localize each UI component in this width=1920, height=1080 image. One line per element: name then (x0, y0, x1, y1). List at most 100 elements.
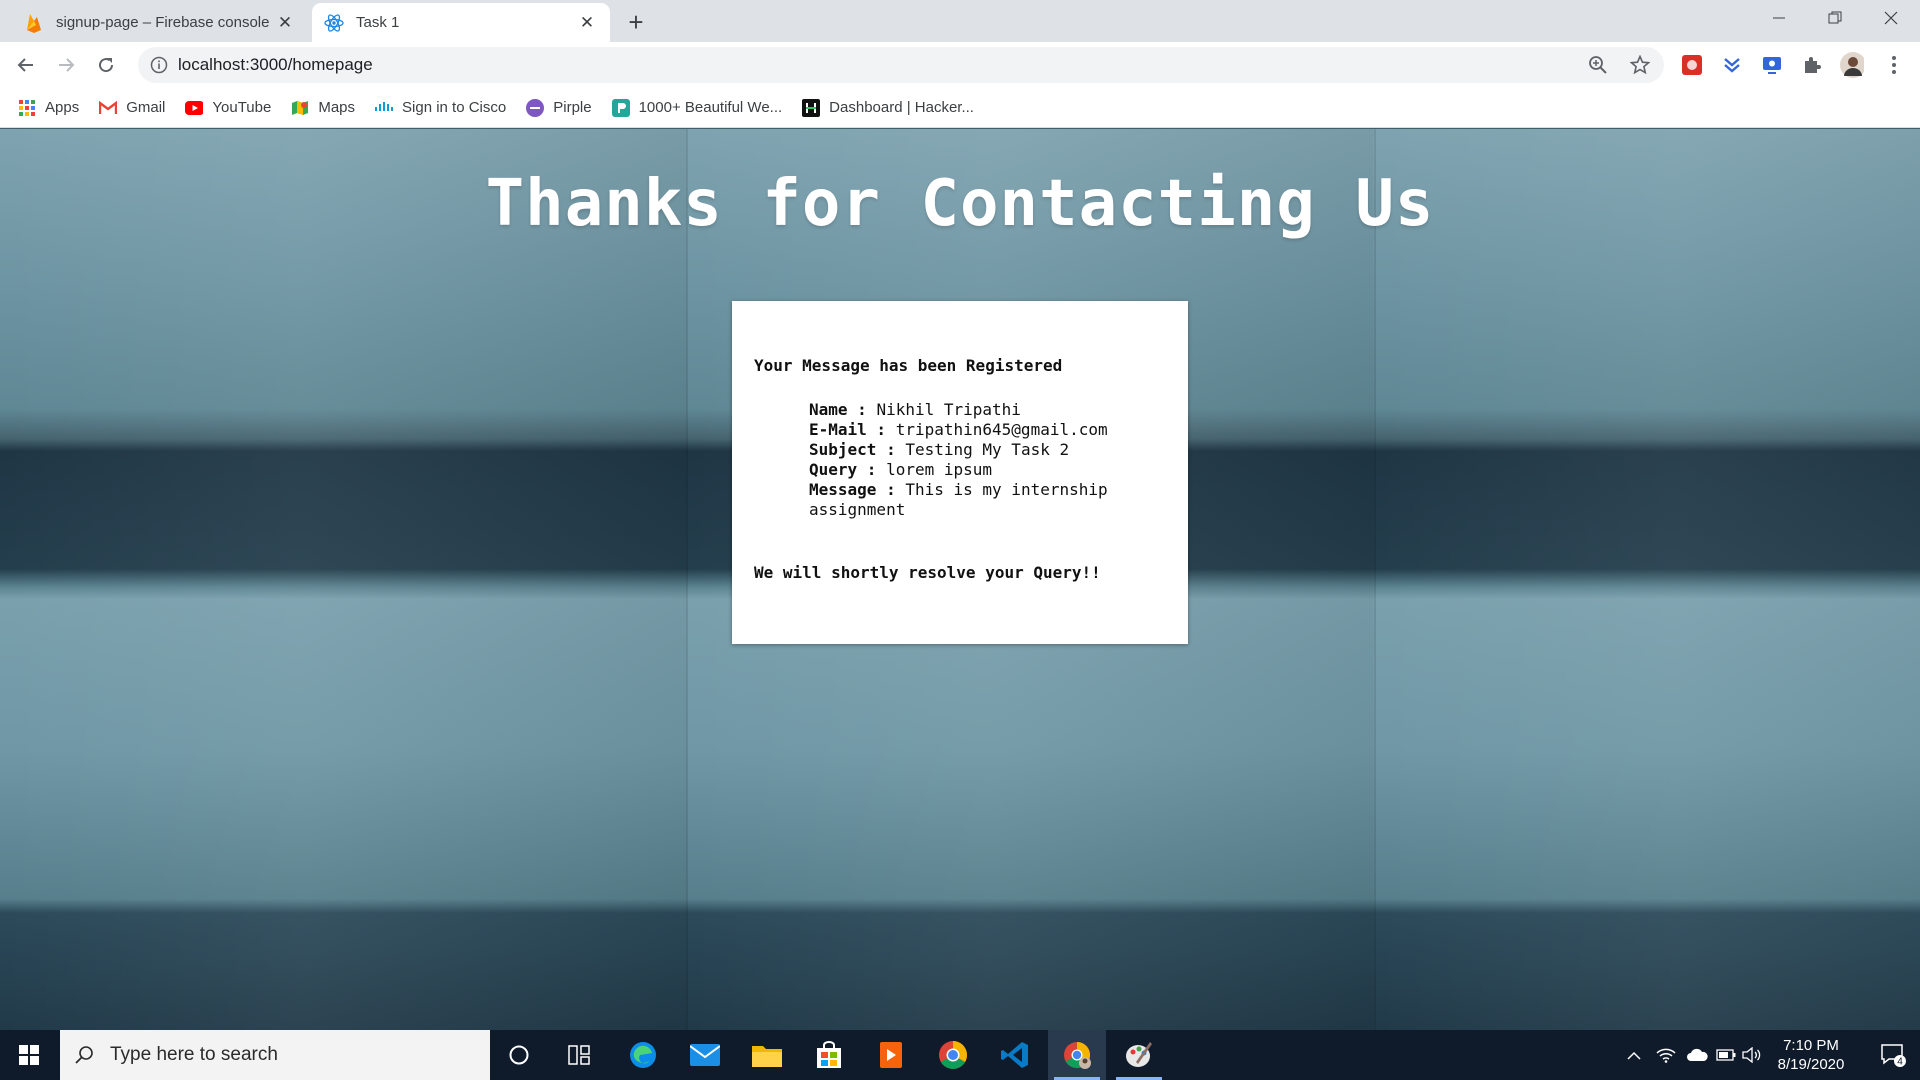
tab-task-1[interactable]: Task 1 ✕ (312, 3, 610, 42)
bookmark-gmail[interactable]: Gmail (99, 94, 165, 122)
windows-start-button[interactable] (0, 1030, 58, 1080)
bookmark-label: Maps (318, 99, 356, 116)
task-view-icon (568, 1045, 590, 1065)
more-menu-icon[interactable] (1882, 53, 1906, 77)
confirmation-card: Your Message has been Registered Name : … (732, 301, 1188, 644)
taskbar-store[interactable] (800, 1030, 858, 1080)
bookmark-cisco[interactable]: Sign in to Cisco (375, 94, 506, 122)
extensions-puzzle-icon[interactable] (1800, 53, 1824, 77)
reload-icon[interactable] (90, 49, 122, 81)
windows-logo-icon (19, 1045, 39, 1065)
submission-details: Name : Nikhil Tripathi E-Mail : tripathi… (809, 400, 1169, 520)
taskbar-clock[interactable]: 7:10 PM 8/19/2020 (1760, 1036, 1862, 1074)
detail-value: Nikhil Tripathi (876, 400, 1021, 419)
detail-value: Testing My Task 2 (905, 440, 1070, 459)
tab-firebase-console[interactable]: signup-page – Firebase console ✕ (12, 3, 308, 42)
bookmark-label: YouTube (212, 99, 272, 116)
site-info-icon[interactable] (150, 56, 168, 74)
taskbar-vscode[interactable] (986, 1030, 1044, 1080)
windows-taskbar: Type here to search 7:10 PM 8/19/2020 4 (0, 1030, 1920, 1080)
restore-window-icon[interactable] (1806, 0, 1864, 36)
bookmark-hackerrank[interactable]: Dashboard | Hacker... (802, 94, 974, 122)
action-center-button[interactable]: 4 (1866, 1030, 1920, 1080)
taskbar-paint[interactable] (1110, 1030, 1168, 1080)
address-bar[interactable]: localhost:3000/homepage (138, 47, 1664, 83)
extension-red-icon[interactable] (1680, 53, 1704, 77)
show-hidden-icons-chevron[interactable] (1620, 1030, 1648, 1080)
detail-message: Message : This is my internship assignme… (809, 480, 1169, 520)
apps-grid-icon (18, 99, 36, 117)
browser-toolbar: localhost:3000/homepage (0, 42, 1920, 88)
bookmark-label: Apps (45, 99, 80, 116)
onedrive-cloud-icon[interactable] (1682, 1030, 1712, 1080)
taskbar-file-explorer[interactable] (738, 1030, 796, 1080)
wifi-icon[interactable] (1652, 1030, 1680, 1080)
taskbar-mail[interactable] (676, 1030, 734, 1080)
profile-avatar[interactable] (1840, 52, 1864, 78)
detail-label: Query : (809, 460, 877, 479)
detail-name: Name : Nikhil Tripathi (809, 400, 1169, 420)
bookmark-label: Dashboard | Hacker... (829, 99, 974, 116)
taskbar-chrome-profile[interactable] (1048, 1030, 1106, 1080)
bookmark-label: 1000+ Beautiful We... (638, 99, 783, 116)
forward-arrow-icon[interactable] (50, 49, 82, 81)
close-window-icon[interactable] (1862, 0, 1920, 36)
close-tab-icon[interactable]: ✕ (274, 12, 296, 34)
detail-label: Message : (809, 480, 896, 499)
react-icon (324, 13, 344, 33)
detail-label: Name : (809, 400, 867, 419)
detail-query: Query : lorem ipsum (809, 460, 1169, 480)
detail-subject: Subject : Testing My Task 2 (809, 440, 1169, 460)
gmail-icon (99, 99, 118, 117)
taskbar-chrome[interactable] (924, 1030, 982, 1080)
minimize-window-icon[interactable] (1750, 0, 1808, 36)
extension-chevron-icon[interactable] (1720, 53, 1744, 77)
tab-title: Task 1 (356, 14, 400, 31)
firebase-icon (24, 13, 44, 33)
bookmark-maps[interactable]: Maps (291, 94, 355, 122)
battery-icon[interactable] (1712, 1030, 1740, 1080)
cisco-icon (375, 99, 394, 117)
edge-icon (630, 1042, 656, 1068)
notification-icon: 4 (1881, 1044, 1906, 1068)
detail-label: E-Mail : (809, 420, 887, 439)
taskbar-search-box[interactable]: Type here to search (60, 1030, 490, 1080)
clock-date: 8/19/2020 (1777, 1056, 1845, 1073)
paint-palette-icon (1126, 1042, 1152, 1067)
store-bag-icon (817, 1041, 841, 1068)
zoom-icon[interactable] (1588, 55, 1608, 75)
detail-value: lorem ipsum (886, 460, 993, 479)
extension-screen-icon[interactable] (1760, 53, 1784, 77)
detail-value: tripathin645@gmail.com (895, 420, 1108, 439)
maps-icon (291, 99, 309, 117)
close-tab-icon[interactable]: ✕ (576, 12, 598, 34)
task-view-button[interactable] (550, 1030, 608, 1080)
taskbar-edge[interactable] (614, 1030, 672, 1080)
back-arrow-icon[interactable] (10, 49, 42, 81)
youtube-icon (185, 99, 204, 117)
bookmarks-bar: Apps Gmail YouTube Maps Sign in to Cisco… (0, 88, 1920, 128)
mail-icon (690, 1044, 720, 1066)
bookmark-label: Sign in to Cisco (402, 99, 507, 116)
resolve-message: We will shortly resolve your Query!! (754, 563, 1101, 582)
hackerrank-icon (802, 98, 821, 117)
bookmark-youtube[interactable]: YouTube (185, 94, 271, 122)
clock-time: 7:10 PM (1783, 1037, 1839, 1054)
vscode-icon (1001, 1042, 1028, 1068)
bookmark-label: Gmail (126, 99, 166, 116)
taskbar-media-player[interactable] (862, 1030, 920, 1080)
cortana-button[interactable] (490, 1030, 548, 1080)
search-placeholder: Type here to search (110, 1044, 278, 1065)
new-tab-button[interactable]: + (622, 7, 650, 37)
bookmark-beautiful-websites[interactable]: 1000+ Beautiful We... (611, 94, 783, 122)
bookmark-star-icon[interactable] (1630, 55, 1650, 75)
url-text[interactable]: localhost:3000/homepage (178, 47, 373, 83)
chrome-icon (939, 1041, 967, 1069)
bookmark-pirple[interactable]: Pirple (526, 94, 592, 122)
registered-message: Your Message has been Registered (754, 356, 1063, 375)
folder-icon (752, 1046, 782, 1067)
bookmark-apps[interactable]: Apps (18, 94, 79, 122)
bookmark-page-icon (611, 98, 630, 117)
media-player-icon (880, 1042, 902, 1068)
page-viewport: Thanks for Contacting Us Your Message ha… (0, 129, 1920, 1030)
